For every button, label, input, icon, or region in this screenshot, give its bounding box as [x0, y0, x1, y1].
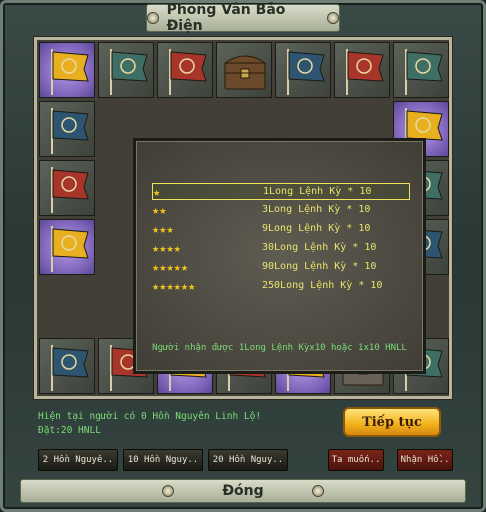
reward-stars-icon: ★★★★ [152, 240, 181, 255]
title-left-knob-icon [147, 12, 159, 24]
status-line-2: Đặt:20 HNLL [38, 425, 101, 436]
reward-panel: ★ 1Long Lệnh Kỳ * 10 ★★ 3Long Lệnh Kỳ * 10 ★… [133, 138, 426, 374]
board-cell-flag[interactable] [39, 101, 95, 157]
board-cell-flag[interactable] [39, 338, 95, 394]
option-2-hon-button[interactable]: 2 Hồn Nguyê.. [38, 449, 118, 471]
banner-flag-icon [110, 49, 148, 95]
status-line-1: Hiện tại người có 0 Hồn Nguyên Linh Lộ! [38, 411, 262, 422]
board-cell-flag[interactable] [393, 42, 449, 98]
board-cell-flag[interactable] [157, 42, 213, 98]
reward-stars-icon: ★★★★★★ [152, 278, 196, 293]
reward-row[interactable]: ★★★★ 30Long Lệnh Kỳ * 10 [152, 240, 410, 255]
banner-flag-icon [287, 49, 325, 95]
reward-note: Người nhận được 1Long Lệnh Kỳx10 hoặc 1x… [152, 343, 407, 353]
game-board: ★ 1Long Lệnh Kỳ * 10 ★★ 3Long Lệnh Kỳ * 10 ★… [34, 37, 452, 399]
reward-label: 90Long Lệnh Kỳ * 10 [262, 261, 377, 272]
reward-row[interactable]: ★★★★★★ 250Long Lệnh Kỳ * 10 [152, 278, 410, 293]
board-cell-flag[interactable] [39, 160, 95, 216]
reward-label: 250Long Lệnh Kỳ * 10 [262, 280, 383, 291]
reward-label: 3Long Lệnh Kỳ * 10 [262, 204, 371, 215]
reward-stars-icon: ★★ [152, 202, 167, 217]
reward-row[interactable]: ★ 1Long Lệnh Kỳ * 10 [152, 183, 410, 200]
reward-row[interactable]: ★★★ 9Long Lệnh Kỳ * 10 [152, 221, 410, 236]
reward-label: 30Long Lệnh Kỳ * 10 [262, 242, 377, 253]
window-title: Phong Vân Bảo Điện [166, 2, 286, 34]
footer-left-knob-icon [162, 485, 175, 497]
banner-flag-icon [51, 226, 89, 272]
option-20-hon-button[interactable]: 20 Hồn Nguy.. [208, 449, 288, 471]
title-right-knob-icon [327, 12, 340, 24]
reward-stars-icon: ★★★ [152, 221, 174, 236]
close-button[interactable]: Đóng [222, 483, 263, 499]
reward-label: 9Long Lệnh Kỳ * 10 [262, 223, 371, 234]
board-cell-chest[interactable] [216, 42, 272, 98]
reward-stars-icon: ★★★★★ [152, 259, 189, 274]
receive-button[interactable]: Nhận Hồ.. [397, 449, 453, 471]
board-cell-flag[interactable] [334, 42, 390, 98]
banner-flag-icon [51, 49, 89, 95]
treasure-chest-icon [223, 55, 267, 90]
banner-flag-icon [51, 345, 89, 391]
banner-flag-icon [51, 167, 89, 213]
reward-label: 1Long Lệnh Kỳ * 10 [263, 186, 372, 197]
close-bar[interactable]: Đóng [20, 479, 466, 503]
banner-flag-icon [51, 108, 89, 154]
reward-row[interactable]: ★★★★★ 90Long Lệnh Kỳ * 10 [152, 259, 410, 274]
title-bar: Phong Vân Bảo Điện [146, 2, 340, 34]
board-cell-flag[interactable] [39, 42, 95, 98]
banner-flag-icon [169, 49, 207, 95]
banner-flag-icon [346, 49, 384, 95]
reward-row[interactable]: ★★ 3Long Lệnh Kỳ * 10 [152, 202, 410, 217]
option-10-hon-button[interactable]: 10 Hồn Nguy.. [123, 449, 203, 471]
status-text: Hiện tại người có 0 Hồn Nguyên Linh Lộ! … [38, 410, 261, 438]
want-button[interactable]: Ta muốn.. [328, 449, 384, 471]
banner-flag-icon [405, 49, 443, 95]
reward-stars-icon: ★ [153, 184, 161, 199]
continue-button[interactable]: Tiếp tục [343, 407, 441, 437]
board-cell-flag[interactable] [98, 42, 154, 98]
board-cell-flag[interactable] [275, 42, 331, 98]
footer-right-knob-icon [311, 485, 324, 497]
board-cell-flag[interactable] [39, 219, 95, 275]
